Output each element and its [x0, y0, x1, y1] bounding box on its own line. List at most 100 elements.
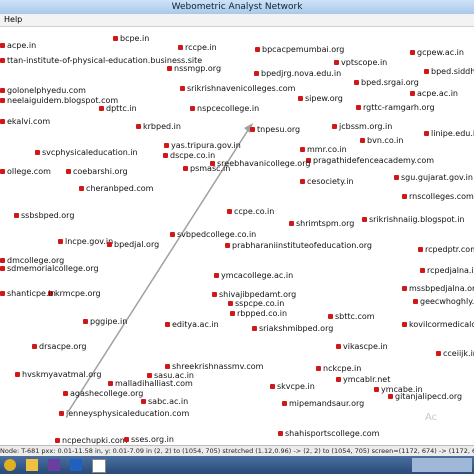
network-node[interactable]: dscpe.co.in: [163, 151, 215, 160]
network-node[interactable]: shahisportscollege.com: [278, 429, 379, 438]
network-node[interactable]: geecwhoghly.org: [413, 297, 474, 306]
node-marker-icon: [336, 377, 341, 382]
network-node[interactable]: ncpechupki.com: [55, 436, 128, 445]
network-node[interactable]: bcpe.in: [113, 34, 149, 43]
app-icon[interactable]: [48, 459, 60, 471]
network-node[interactable]: lncpe.gov.in: [58, 237, 113, 246]
network-node[interactable]: linipe.edu.in: [424, 129, 474, 138]
network-node[interactable]: sses.org.in: [124, 435, 174, 444]
network-canvas[interactable]: bcpe.in acpe.in rccpe.in bpcacpemumbai.org g…: [0, 27, 474, 445]
network-node[interactable]: jcbssm.org.in: [332, 122, 392, 131]
network-node[interactable]: pggipe.in: [83, 317, 127, 326]
network-node[interactable]: agashecollege.org: [63, 389, 143, 398]
network-node[interactable]: gcpew.ac.in: [410, 48, 464, 57]
network-node[interactable]: ekalvi.com: [0, 117, 50, 126]
network-node[interactable]: shrimtspm.org: [289, 219, 354, 228]
network-node[interactable]: nspcecollege.in: [190, 104, 259, 113]
network-node[interactable]: jenneysphysicaleducation.com: [59, 409, 189, 418]
network-node[interactable]: tnpesu.org: [250, 125, 300, 134]
node-label: mipemandsaur.org: [289, 399, 365, 408]
network-node[interactable]: bpedjal.org: [107, 240, 159, 249]
network-node[interactable]: rccpe.in: [178, 43, 217, 52]
network-node[interactable]: sspcpe.co.in: [228, 299, 284, 308]
network-node[interactable]: sbttc.com: [328, 312, 375, 321]
network-node[interactable]: shreekrishnassmv.com: [165, 362, 263, 371]
network-node[interactable]: prabharaniinstituteofeducation.org: [225, 241, 372, 250]
network-node[interactable]: vptscope.in: [334, 58, 387, 67]
network-node[interactable]: sdmemorialcollege.org: [0, 264, 99, 273]
network-node[interactable]: mmr.co.in: [300, 145, 347, 154]
network-node[interactable]: hvskmyavatmal.org: [15, 370, 101, 379]
network-node[interactable]: golonelphyedu.com: [0, 86, 86, 95]
folder-icon[interactable]: [26, 459, 38, 471]
network-node[interactable]: mssbpedjalna.org: [402, 284, 474, 293]
node-marker-icon: [107, 242, 112, 247]
network-node[interactable]: cceiijk.in: [436, 349, 474, 358]
network-node[interactable]: nckcpe.in: [316, 364, 361, 373]
network-node[interactable]: ccpe.co.in: [227, 207, 274, 216]
network-node[interactable]: ollege.com: [0, 167, 51, 176]
network-node[interactable]: ssbsbped.org: [14, 211, 74, 220]
network-node[interactable]: pragathidefenceacademy.com: [306, 156, 434, 165]
network-node[interactable]: shivajibpedamt.org: [212, 290, 296, 299]
chrome-icon[interactable]: [4, 459, 16, 471]
menu-help[interactable]: Help: [4, 15, 22, 24]
network-node[interactable]: sriakshmibped.org: [252, 324, 333, 333]
app-icon[interactable]: [70, 459, 82, 471]
node-marker-icon: [0, 169, 5, 174]
network-node[interactable]: psmasc.in: [183, 164, 230, 173]
node-marker-icon: [354, 80, 359, 85]
node-marker-icon: [300, 147, 305, 152]
network-node[interactable]: acpe.in: [0, 41, 36, 50]
network-node[interactable]: srikrishnaiig.blogspot.in: [362, 215, 465, 224]
network-node[interactable]: skvcpe.in: [270, 382, 315, 391]
network-node[interactable]: gitanjalipecd.org: [388, 392, 462, 401]
node-marker-icon: [254, 71, 259, 76]
network-node[interactable]: vikascpe.in: [336, 342, 388, 351]
network-node[interactable]: rnscolleges.com: [402, 192, 474, 201]
menu-bar: Help: [0, 14, 474, 27]
network-node[interactable]: rgttc-ramgarh.org: [356, 103, 435, 112]
network-node[interactable]: kovilcormedicalcollege.org: [402, 320, 474, 329]
node-marker-icon: [214, 273, 219, 278]
network-node[interactable]: krbped.in: [136, 122, 181, 131]
network-node[interactable]: svcphysicaleducation.in: [35, 148, 138, 157]
node-marker-icon: [362, 217, 367, 222]
network-node[interactable]: rcpedjalna.in: [420, 266, 474, 275]
node-marker-icon: [165, 364, 170, 369]
network-node[interactable]: editya.ac.in: [165, 320, 219, 329]
network-node[interactable]: bvn.co.in: [360, 136, 403, 145]
node-marker-icon: [316, 366, 321, 371]
window-icon[interactable]: [92, 459, 106, 473]
network-node[interactable]: drsacpe.org: [32, 342, 87, 351]
node-label: psmasc.in: [190, 164, 231, 173]
network-node[interactable]: nssmgp.org: [167, 64, 221, 73]
network-node[interactable]: sipew.org: [298, 94, 343, 103]
network-node[interactable]: krmcpe.org: [48, 289, 101, 298]
node-marker-icon: [55, 438, 60, 443]
network-node[interactable]: dpttc.in: [99, 104, 137, 113]
node-label: nssmgp.org: [174, 64, 222, 73]
network-node[interactable]: rcpedptr.com: [418, 245, 474, 254]
network-node[interactable]: yas.tripura.gov.in: [164, 141, 241, 150]
network-node[interactable]: bped.siddhartha.ac.i: [424, 67, 474, 76]
node-marker-icon: [59, 411, 64, 416]
node-label: sriakshmibped.org: [259, 324, 334, 333]
network-node[interactable]: bpcacpemumbai.org: [255, 45, 344, 54]
network-node[interactable]: ymcacollege.ac.in: [214, 271, 293, 280]
network-node[interactable]: cesociety.in: [300, 177, 354, 186]
network-node[interactable]: sgu.gujarat.gov.in: [394, 173, 473, 182]
network-node[interactable]: mipemandsaur.org: [282, 399, 364, 408]
network-node[interactable]: bpedjrg.nova.edu.in: [254, 69, 341, 78]
network-node[interactable]: cheranbped.com: [79, 184, 153, 193]
network-node[interactable]: shanticpe.in: [0, 289, 56, 298]
network-node[interactable]: srikrishnavenicolleges.com: [180, 84, 295, 93]
network-node[interactable]: svbpedcollege.co.in: [170, 230, 256, 239]
network-node[interactable]: coebarshi.org: [66, 167, 128, 176]
network-node[interactable]: bped.srgai.org: [354, 78, 419, 87]
network-node[interactable]: ymcablr.net: [336, 375, 390, 384]
network-node[interactable]: acpe.ac.in: [410, 89, 458, 98]
network-node[interactable]: sabc.ac.in: [141, 397, 188, 406]
network-node[interactable]: malladihalliast.com: [108, 379, 193, 388]
network-node[interactable]: rbpped.co.in: [230, 309, 287, 318]
